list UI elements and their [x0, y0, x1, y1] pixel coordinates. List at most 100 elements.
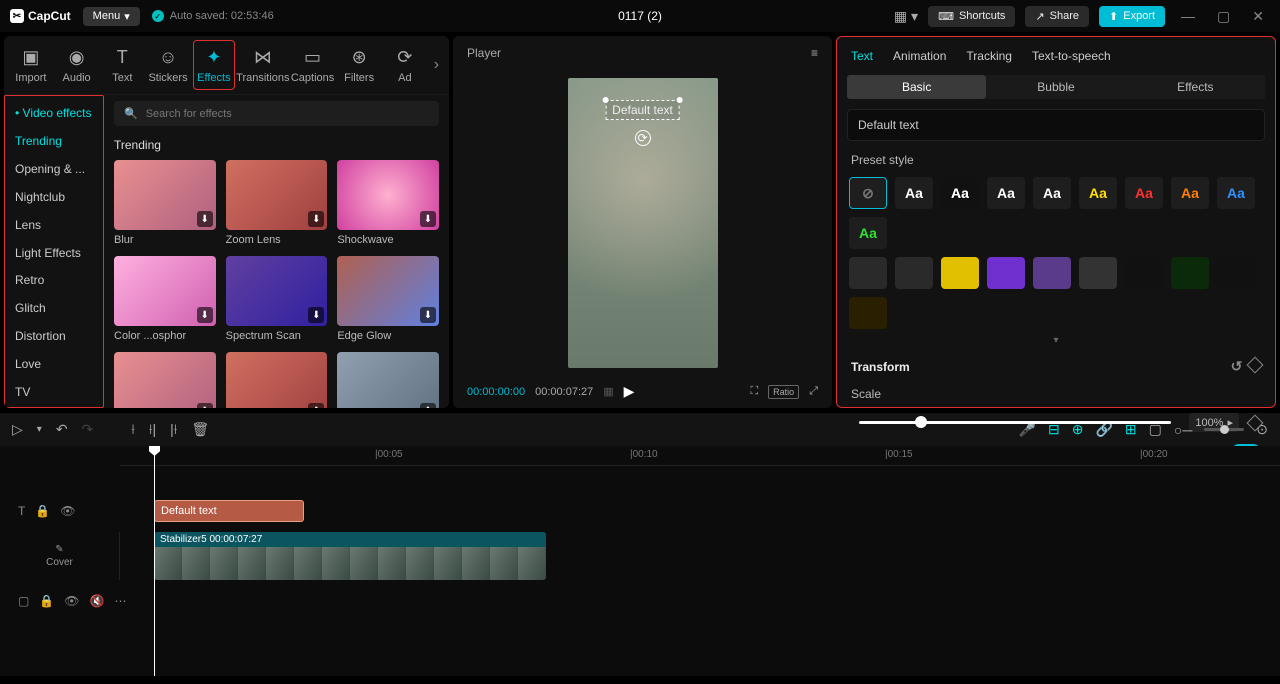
download-icon[interactable]: ⬇	[420, 307, 436, 323]
text-content-input[interactable]: Default text	[847, 109, 1265, 141]
effect-thumb[interactable]: ⬇	[114, 256, 216, 326]
effect-item[interactable]: ⬇Edge Glow	[337, 256, 439, 342]
preset-style[interactable]: Aa	[1217, 177, 1255, 209]
preset-style[interactable]: Aa	[1033, 177, 1071, 209]
download-icon[interactable]: ⬇	[308, 211, 324, 227]
minimize-button[interactable]: —	[1175, 8, 1201, 24]
eye-icon[interactable]: 👁	[64, 594, 79, 608]
export-button[interactable]: ⬆Export	[1099, 6, 1165, 27]
aspect-icon[interactable]: ▦ ▾	[894, 8, 918, 25]
tab-scroll-right-icon[interactable]: ›	[430, 56, 443, 74]
tab-import[interactable]: ▣Import	[10, 40, 52, 90]
download-icon[interactable]: ⬇	[197, 211, 213, 227]
sidebar-item-distortion[interactable]: Distortion	[5, 321, 103, 349]
preset-more[interactable]	[895, 257, 933, 289]
rotate-icon[interactable]: ⟳	[635, 130, 651, 146]
sidebar-item-nightclub[interactable]: Nightclub	[5, 182, 103, 210]
preset-more[interactable]	[1079, 257, 1117, 289]
keyframe-icon[interactable]	[1247, 357, 1264, 374]
lock-icon[interactable]: 🔒	[39, 594, 54, 608]
effect-thumb[interactable]: ⬇	[337, 160, 439, 230]
subtab-effects[interactable]: Effects	[1126, 75, 1265, 99]
effect-item[interactable]: ⬇Blur	[114, 160, 216, 246]
timeline-ruler[interactable]: |00:05|00:10|00:15|00:20	[120, 446, 1280, 466]
insp-tab-text[interactable]: Text	[851, 49, 873, 63]
crop-icon[interactable]: ⛶	[750, 385, 758, 398]
insp-tab-tracking[interactable]: Tracking	[966, 49, 1012, 63]
sidebar-item-light[interactable]: Light Effects	[5, 238, 103, 266]
text-overlay[interactable]: Default text	[605, 100, 680, 120]
tab-stickers[interactable]: ☺Stickers	[147, 40, 189, 90]
player-stage[interactable]: Default text ⟳	[453, 70, 832, 375]
effect-item[interactable]: ⬇	[226, 352, 328, 408]
split-icon[interactable]: ⟊	[131, 421, 135, 438]
effect-thumb[interactable]: ⬇	[114, 160, 216, 230]
preset-more[interactable]	[849, 297, 887, 329]
effect-thumb[interactable]: ⬇	[226, 160, 328, 230]
preset-style[interactable]: Aa	[1079, 177, 1117, 209]
close-button[interactable]: ✕	[1246, 8, 1270, 25]
preset-more[interactable]	[849, 257, 887, 289]
subtab-basic[interactable]: Basic	[847, 75, 986, 99]
preset-style[interactable]: ⊘	[849, 177, 887, 209]
effect-item[interactable]: ⬇Shockwave	[337, 160, 439, 246]
effect-item[interactable]: ⬇	[114, 352, 216, 408]
preset-style[interactable]: Aa	[987, 177, 1025, 209]
effect-thumb[interactable]: ⬇	[337, 256, 439, 326]
text-clip[interactable]: Default text	[154, 500, 304, 522]
effect-item[interactable]: ⬇	[337, 352, 439, 408]
video-clip[interactable]: Stabilizer5 00:00:07:27	[154, 532, 546, 580]
lock-icon[interactable]: 🔒	[35, 504, 50, 518]
effect-item[interactable]: ⬇Color ...osphor	[114, 256, 216, 342]
sidebar-item-tv[interactable]: TV	[5, 377, 103, 405]
sidebar-item-glitch[interactable]: Glitch	[5, 293, 103, 321]
tab-text[interactable]: TText	[101, 40, 143, 90]
insp-tab-animation[interactable]: Animation	[893, 49, 946, 63]
play-button[interactable]: ▶	[624, 383, 635, 400]
maximize-button[interactable]: ▢	[1211, 8, 1236, 25]
ratio-button[interactable]: Ratio	[768, 385, 799, 399]
preset-style[interactable]: Aa	[941, 177, 979, 209]
sidebar-item-love[interactable]: Love	[5, 349, 103, 377]
share-button[interactable]: ↗Share	[1025, 6, 1089, 27]
effect-item[interactable]: ⬇Spectrum Scan	[226, 256, 328, 342]
expand-icon[interactable]: ▾	[837, 333, 1275, 348]
sidebar-item-video-effects[interactable]: Video effects	[5, 98, 103, 126]
timeline[interactable]: |00:05|00:10|00:15|00:20 T 🔒 👁 Default t…	[0, 446, 1280, 676]
effect-thumb[interactable]: ⬇	[337, 352, 439, 408]
effect-thumb[interactable]: ⬇	[114, 352, 216, 408]
tab-transitions[interactable]: ⋈Transitions	[239, 40, 287, 90]
mute-icon[interactable]: 🔇	[90, 594, 105, 608]
zoom-slider[interactable]	[1204, 428, 1244, 431]
redo-icon[interactable]: ↷	[82, 421, 94, 438]
download-icon[interactable]: ⬇	[420, 403, 436, 408]
tab-audio[interactable]: ◉Audio	[56, 40, 98, 90]
undo-icon[interactable]: ↶	[56, 421, 68, 438]
search-input[interactable]: 🔍 Search for effects	[114, 101, 439, 126]
shortcuts-button[interactable]: ⌨Shortcuts	[928, 6, 1015, 27]
download-icon[interactable]: ⬇	[197, 307, 213, 323]
video-preview[interactable]: Default text ⟳	[568, 78, 718, 368]
preset-more[interactable]	[1171, 257, 1209, 289]
tab-captions[interactable]: ▭Captions	[291, 40, 334, 90]
trim-right-icon[interactable]: |⟊	[170, 421, 177, 438]
eye-icon[interactable]: 👁	[60, 504, 75, 518]
download-icon[interactable]: ⬇	[308, 307, 324, 323]
playhead[interactable]	[154, 446, 155, 676]
preset-more[interactable]	[1125, 257, 1163, 289]
download-icon[interactable]: ⬇	[308, 403, 324, 408]
zoom-out-icon[interactable]: ○─	[1174, 422, 1192, 438]
reset-icon[interactable]: ↺	[1231, 358, 1243, 374]
player-menu-icon[interactable]: ≡	[811, 46, 818, 60]
effect-thumb[interactable]: ⬇	[226, 256, 328, 326]
scale-slider[interactable]	[859, 421, 1171, 424]
sidebar-item-trending[interactable]: Trending	[5, 126, 103, 154]
grid-icon[interactable]: ▦	[603, 385, 613, 398]
preset-style[interactable]: Aa	[1125, 177, 1163, 209]
tab-filters[interactable]: ⊛Filters	[338, 40, 380, 90]
tool-dropdown-icon[interactable]: ▾	[37, 424, 42, 435]
effect-item[interactable]: ⬇Zoom Lens	[226, 160, 328, 246]
preset-more[interactable]	[987, 257, 1025, 289]
preset-more[interactable]	[1033, 257, 1071, 289]
tab-effects[interactable]: ✦Effects	[193, 40, 235, 90]
